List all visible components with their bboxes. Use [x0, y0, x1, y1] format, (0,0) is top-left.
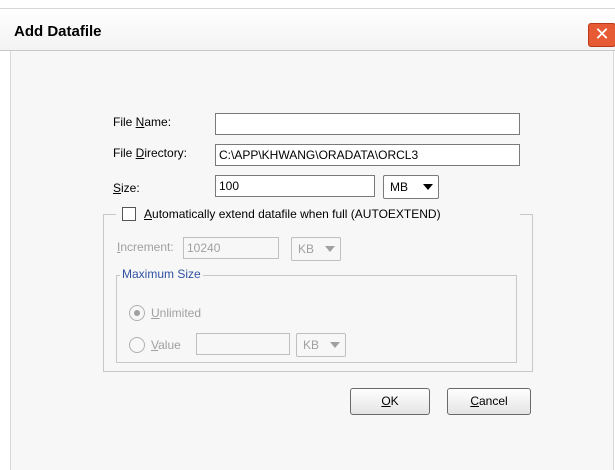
radio-selected-dot — [134, 310, 140, 316]
file-directory-label: File Directory: — [113, 146, 188, 160]
size-input[interactable]: 100 — [215, 175, 375, 197]
close-icon[interactable]: ✕ — [588, 23, 615, 47]
increment-input[interactable]: 10240 — [183, 237, 279, 259]
chevron-down-icon — [423, 184, 433, 190]
max-size-unit-value: KB — [303, 338, 320, 352]
unlimited-radio[interactable] — [129, 305, 145, 321]
ok-button[interactable]: OK — [350, 388, 430, 415]
file-name-input[interactable] — [215, 113, 520, 135]
size-unit-value: MB — [390, 180, 408, 194]
value-radio[interactable] — [129, 337, 145, 353]
max-size-unit-dropdown[interactable]: KB — [296, 333, 346, 357]
max-size-value-input[interactable] — [196, 333, 290, 355]
autoextend-label: Automatically extend datafile when full … — [144, 207, 441, 221]
chevron-down-icon — [330, 342, 340, 348]
size-unit-dropdown[interactable]: MB — [383, 175, 439, 199]
increment-label: Increment: — [117, 240, 174, 254]
file-directory-input[interactable]: C:\APP\KHWANG\ORADATA\ORCL3 — [215, 144, 520, 166]
add-datafile-dialog: Add Datafile ✕ File Name: File Directory… — [0, 0, 615, 470]
autoextend-checkbox[interactable] — [122, 207, 136, 221]
dialog-title: Add Datafile — [14, 23, 102, 40]
size-label: Size: — [113, 181, 140, 195]
title-bar[interactable]: Add Datafile ✕ — [0, 8, 615, 51]
value-label: Value — [151, 338, 181, 352]
chevron-down-icon — [325, 246, 335, 252]
increment-unit-value: KB — [298, 242, 315, 256]
maximum-size-title: Maximum Size — [120, 267, 203, 281]
file-name-label: File Name: — [113, 115, 172, 129]
increment-unit-dropdown[interactable]: KB — [291, 237, 341, 261]
cancel-button[interactable]: Cancel — [447, 388, 531, 415]
unlimited-label: Unlimited — [151, 306, 202, 320]
window-top-edge — [0, 0, 615, 8]
